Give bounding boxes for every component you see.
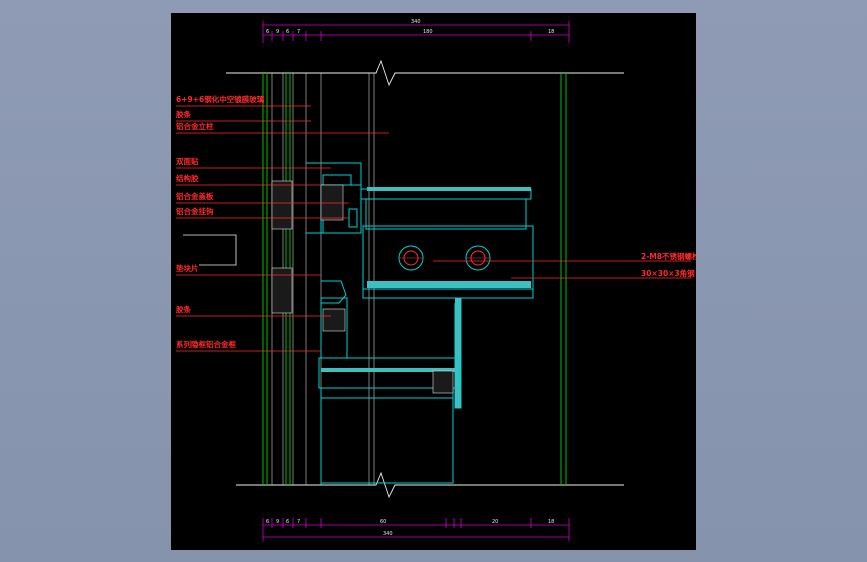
top-dim-6: 18 [548,29,554,35]
label-mullion: 铝合金立柱 [176,121,214,131]
curtain-wall-section-drawing: 340 6 9 6 7 180 18 6 9 6 7 60 20 18 340 [176,19,696,541]
label-double-sided-tape: 双面贴 [176,156,199,166]
label-aluminum-clip: 铝合金挂钩 [176,206,214,216]
bottom-dim-2: 9 [276,519,279,525]
top-dim-1: 6 [266,29,269,35]
label-glass: 6+9+6钢化中空镀膜玻璃 [176,94,265,104]
transom-bottom [367,281,531,288]
bolt-icon [398,245,491,271]
label-bolt: 2-M8不锈钢螺栓 [641,251,696,261]
level-marker [183,234,237,266]
top-dim-4: 7 [297,29,300,35]
label-spacer: 垫块片 [176,263,199,273]
mullion-web [455,298,461,408]
bottom-dim-4: 7 [297,519,300,525]
label-sealant: 胶条 [176,109,191,119]
bottom-dim-6: 20 [492,519,498,525]
label-angle-steel: 30×30×3角钢 [641,268,695,278]
top-dim-3: 6 [286,29,289,35]
bottom-dim-1: 6 [266,519,269,525]
label-gasket: 胶条 [176,304,191,314]
bottom-dim-5: 60 [380,519,386,525]
top-dim-2: 9 [276,29,279,35]
label-aluminum-cover: 铝合金盖板 [176,191,214,201]
bottom-dimension-chain [262,518,570,541]
glass-panes [262,73,567,485]
drawing-viewport: 340 6 9 6 7 180 18 6 9 6 7 60 20 18 340 [171,13,696,550]
bottom-dim-7: 18 [548,519,554,525]
label-transom: 系列隐框铝合金框 [176,339,236,349]
top-dim-5: 180 [423,29,433,35]
bottom-dim-total: 340 [383,531,393,537]
cover-plate [367,187,531,191]
label-structural-silicone: 结构胶 [176,173,199,183]
top-dim-total: 340 [411,19,421,25]
bottom-dim-3: 6 [286,519,289,525]
